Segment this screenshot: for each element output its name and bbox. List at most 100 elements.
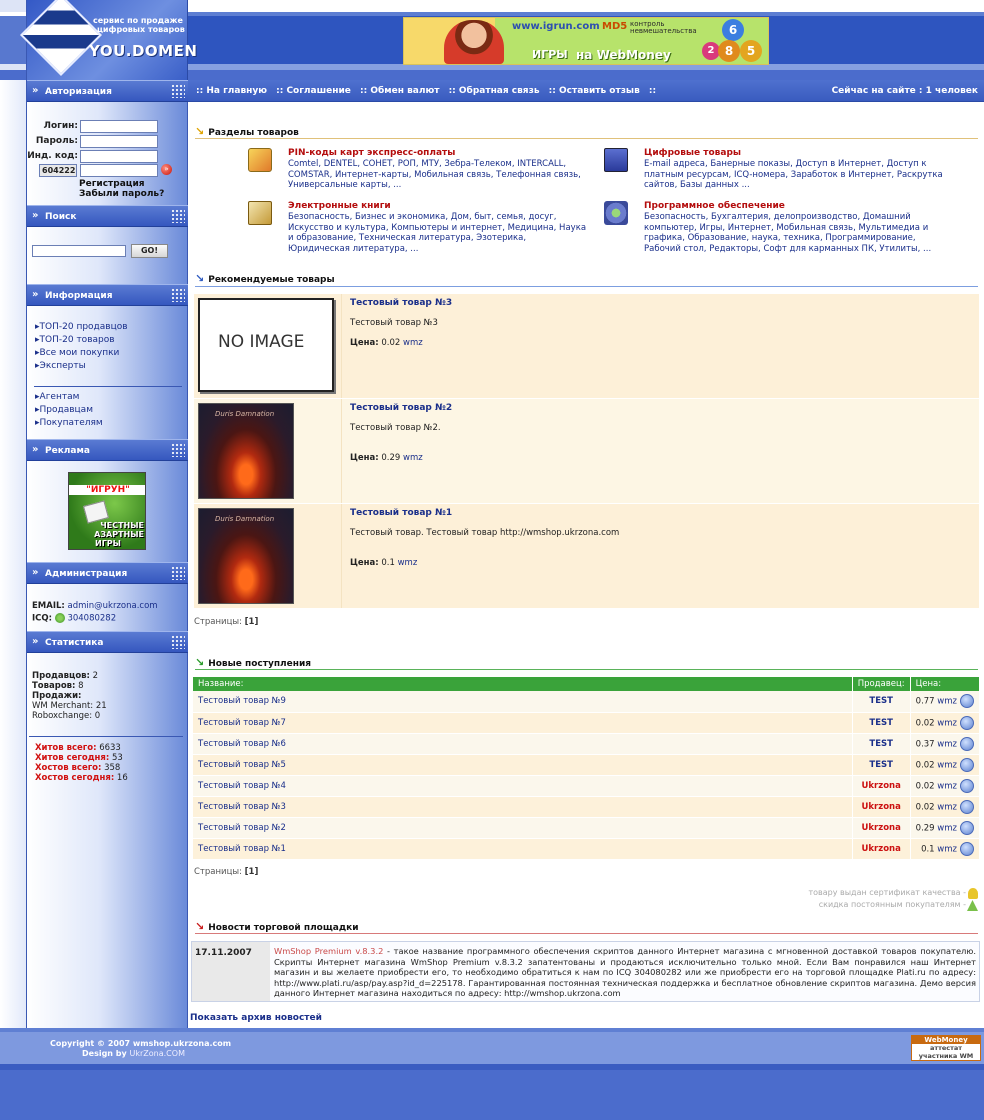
buy-cart-icon[interactable]	[960, 715, 974, 730]
menu-buyers[interactable]: ▸Покупателям	[35, 417, 103, 430]
buy-cart-icon[interactable]	[960, 757, 974, 772]
product-name[interactable]: Тестовый товар №2	[350, 403, 452, 413]
seller-cell[interactable]: TEST	[852, 691, 911, 713]
sidebar-divider	[34, 386, 182, 387]
currency-link[interactable]: wmz	[937, 781, 957, 791]
currency-link[interactable]: wmz	[937, 823, 957, 833]
table-row[interactable]: Тестовый товар №4 Ukrzona 0.02 wmz	[193, 775, 981, 797]
password-field[interactable]	[80, 135, 158, 148]
currency-link[interactable]: wmz	[937, 802, 957, 812]
seller-cell[interactable]: Ukrzona	[852, 838, 911, 860]
menu-top-goods[interactable]: ▸ТОП-20 товаров	[35, 334, 128, 347]
category-pin-codes[interactable]: PIN-коды карт экспресс-оплаты Comtel, DE…	[248, 148, 588, 191]
currency-link[interactable]: wmz	[937, 844, 957, 854]
table-row[interactable]: Тестовый товар №6 TEST 0.37 wmz	[193, 733, 981, 755]
product-name-cell[interactable]: Тестовый товар №6	[193, 733, 853, 755]
table-row[interactable]: Тестовый товар №5 TEST 0.02 wmz	[193, 754, 981, 776]
admin-icq-number[interactable]: 304080282	[67, 614, 116, 624]
product-name-cell[interactable]: Тестовый товар №3	[193, 796, 853, 818]
product-name-cell[interactable]: Тестовый товар №2	[193, 817, 853, 839]
dots-icon	[171, 209, 185, 223]
webmoney-badge[interactable]: WebMoney аттестат участника WM	[911, 1035, 981, 1061]
category-desc[interactable]: Безопасность, Бухгалтерия, делопроизводс…	[644, 212, 944, 254]
register-link[interactable]: Регистрация	[79, 179, 145, 189]
floppy-disk-icon	[604, 148, 628, 172]
admin-email-link[interactable]: admin@ukrzona.com	[68, 601, 158, 611]
seller-cell[interactable]: TEST	[852, 712, 911, 734]
seller-cell[interactable]: TEST	[852, 733, 911, 755]
product-desc: Тестовый товар. Тестовый товар http://wm…	[350, 528, 620, 538]
product-name-cell[interactable]: Тестовый товар №7	[193, 712, 853, 734]
search-input[interactable]	[32, 245, 126, 257]
seller-cell[interactable]: TEST	[852, 754, 911, 776]
category-desc[interactable]: Comtel, DENTEL, СОНЕТ, РОП, МТУ, Зебра-Т…	[288, 159, 588, 191]
seller-cell[interactable]: Ukrzona	[852, 817, 911, 839]
table-row[interactable]: Тестовый товар №2 Ukrzona 0.29 wmz	[193, 817, 981, 839]
header-ad-banner[interactable]: www.igrun.com MD5 контроль невмешательст…	[403, 17, 769, 65]
login-field[interactable]	[80, 120, 158, 133]
table-row[interactable]: Тестовый товар №7 TEST 0.02 wmz	[193, 712, 981, 734]
captcha-field[interactable]	[80, 164, 158, 177]
product-name-cell[interactable]: Тестовый товар №4	[193, 775, 853, 797]
menu-experts[interactable]: ▸Эксперты	[35, 360, 128, 373]
category-name[interactable]: PIN-коды карт экспресс-оплаты	[288, 148, 588, 159]
currency-link[interactable]: wmz	[937, 697, 957, 707]
product-name-cell[interactable]: Тестовый товар №5	[193, 754, 853, 776]
igrun-ad-banner[interactable]: "ИГРУН" ЧЕСТНЫЕ АЗАРТНЫЕ ИГРЫ	[68, 472, 146, 550]
nav-review-link[interactable]: :: Оставить отзыв	[549, 86, 640, 96]
product-name[interactable]: Тестовый товар №3	[350, 298, 452, 308]
category-name[interactable]: Цифровые товары	[644, 148, 944, 159]
section-underline	[195, 286, 978, 287]
table-row[interactable]: Тестовый товар №1 Ukrzona 0.1 wmz	[193, 838, 981, 860]
category-desc[interactable]: E-mail адреса, Банерные показы, Доступ в…	[644, 159, 944, 191]
col-seller-header: Продавец:	[852, 677, 911, 691]
nav-feedback-link[interactable]: :: Обратная связь	[449, 86, 540, 96]
category-software[interactable]: Программное обеспечение Безопасность, Бу…	[604, 201, 944, 254]
table-row[interactable]: Тестовый товар №3 Ukrzona 0.02 wmz	[193, 796, 981, 818]
login-submit-icon[interactable]: »	[161, 164, 172, 175]
news-product-link[interactable]: WmShop Premium v.8.3.2	[274, 946, 383, 956]
search-go-button[interactable]: GO!	[131, 244, 168, 258]
dots-icon	[171, 635, 185, 649]
category-name[interactable]: Электронные книги	[288, 201, 588, 212]
currency-link[interactable]: wmz	[937, 718, 957, 728]
site-logo[interactable]: сервис по продаже цифровых товаров YOU.D…	[19, 0, 197, 80]
forgot-password-link[interactable]: Забыли пароль?	[79, 189, 164, 199]
id-code-field[interactable]	[80, 150, 158, 163]
category-desc[interactable]: Безопасность, Бизнес и экономика, Дом, б…	[288, 212, 588, 254]
buy-cart-icon[interactable]	[960, 841, 974, 856]
currency-link[interactable]: wmz	[937, 760, 957, 770]
design-link[interactable]: UkrZona.COM	[130, 1049, 185, 1058]
product-name[interactable]: Тестовый товар №1	[350, 508, 452, 518]
product-name-cell[interactable]: Тестовый товар №1	[193, 838, 853, 860]
menu-agents[interactable]: ▸Агентам	[35, 391, 103, 404]
seller-cell[interactable]: Ukrzona	[852, 796, 911, 818]
category-name[interactable]: Программное обеспечение	[644, 201, 944, 212]
buy-cart-icon[interactable]	[960, 820, 974, 835]
product-name-cell[interactable]: Тестовый товар №9	[193, 691, 853, 713]
price-cell: 0.37 wmz	[910, 733, 981, 755]
recommended-item[interactable]: Duris Damnation Тестовый товар №2 Тестов…	[194, 399, 979, 503]
page-link[interactable]: [1]	[245, 617, 259, 627]
buy-cart-icon[interactable]	[960, 736, 974, 751]
currency-link[interactable]: wmz	[937, 739, 957, 749]
buy-cart-icon[interactable]	[960, 694, 974, 709]
category-digital[interactable]: Цифровые товары E-mail адреса, Банерные …	[604, 148, 944, 191]
search-title: Поиск	[45, 212, 77, 222]
table-row[interactable]: Тестовый товар №9 TEST 0.77 wmz	[193, 691, 981, 713]
menu-top-sellers[interactable]: ▸ТОП-20 продавцов	[35, 321, 128, 334]
buy-cart-icon[interactable]	[960, 778, 974, 793]
seller-cell[interactable]: Ukrzona	[852, 775, 911, 797]
news-archive-link[interactable]: Показать архив новостей	[190, 1013, 322, 1023]
menu-my-purchases[interactable]: ▸Все мои покупки	[35, 347, 128, 360]
left-decor-strip	[0, 80, 27, 1028]
page-link[interactable]: [1]	[245, 867, 259, 877]
nav-exchange-link[interactable]: :: Обмен валют	[360, 86, 439, 96]
recommended-item[interactable]: NO IMAGE Тестовый товар №3 Тестовый това…	[194, 294, 979, 398]
menu-sellers[interactable]: ▸Продавцам	[35, 404, 103, 417]
buy-cart-icon[interactable]	[960, 799, 974, 814]
nav-agreement-link[interactable]: :: Соглашение	[276, 86, 351, 96]
nav-home-link[interactable]: :: На главную	[196, 86, 267, 96]
category-ebooks[interactable]: Электронные книги Безопасность, Бизнес и…	[248, 201, 588, 254]
recommended-item[interactable]: Duris Damnation Тестовый товар №1 Тестов…	[194, 504, 979, 608]
